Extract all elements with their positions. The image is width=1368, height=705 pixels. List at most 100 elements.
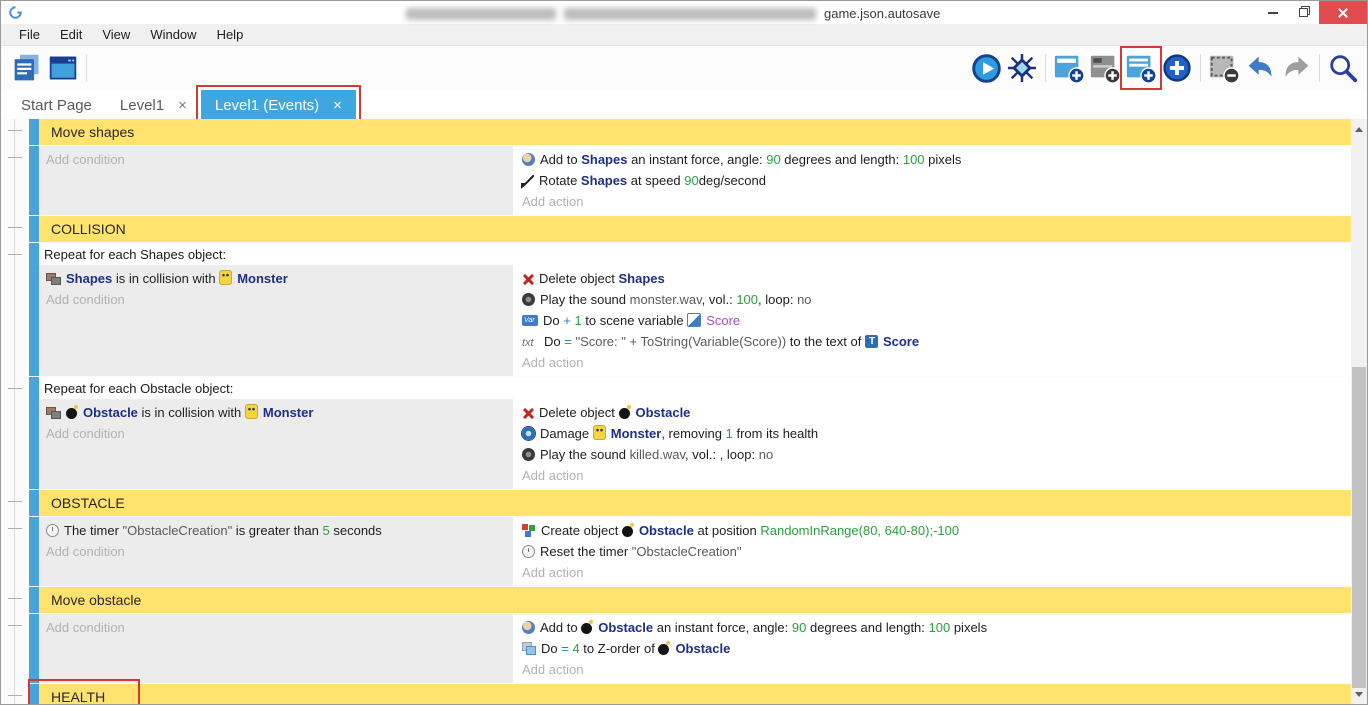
delete-icon (522, 407, 534, 419)
event-row: Repeat for each Shapes object: Shapes is … (29, 243, 1351, 376)
text-segment: Obstacle (675, 641, 730, 656)
foreach-label[interactable]: Repeat for each Obstacle object: (39, 377, 1351, 399)
group-header[interactable]: Move shapes (39, 119, 1351, 145)
event-handle-bar[interactable] (29, 146, 39, 215)
rotate-icon (522, 175, 534, 187)
search-icon[interactable] (1325, 49, 1361, 87)
add-condition-button[interactable]: Add condition (39, 617, 513, 638)
txt-icon (522, 336, 539, 348)
add-comment-icon[interactable] (1087, 49, 1123, 87)
event-handle-bar[interactable] (29, 614, 39, 683)
add-condition-button[interactable]: Add condition (39, 289, 513, 310)
tab-start-page[interactable]: Start Page (7, 90, 106, 120)
damage-icon (522, 427, 535, 440)
text-segment: , removing (661, 426, 725, 441)
text-segment: , vol.: (702, 292, 737, 307)
redo-icon[interactable] (1278, 49, 1314, 87)
events-sheet: Move shapesAdd conditionAdd to Shapes an… (1, 119, 1367, 704)
scene-editor-icon[interactable] (45, 49, 81, 87)
text-segment: "ObstacleCreation" (632, 544, 742, 559)
event-handle-bar[interactable] (29, 517, 39, 586)
add-action-button[interactable]: Add action (515, 659, 1351, 680)
play-icon[interactable] (968, 49, 1004, 87)
vertical-scrollbar[interactable] (1351, 119, 1367, 704)
action-line[interactable]: Add to Obstacle an instant force, angle:… (515, 617, 1351, 638)
action-line[interactable]: Reset the timer "ObstacleCreation" (515, 541, 1351, 562)
blurred-title-segment (564, 8, 816, 20)
close-icon[interactable] (1319, 1, 1367, 24)
text-segment: Add condition (46, 426, 125, 441)
menu-item-help[interactable]: Help (207, 24, 254, 45)
group-header[interactable]: COLLISION (39, 216, 1351, 242)
event-handle-bar[interactable] (29, 119, 39, 145)
action-line[interactable]: Add to Shapes an instant force, angle: 9… (515, 149, 1351, 170)
text-segment: from its health (733, 426, 818, 441)
action-line[interactable]: Delete object Obstacle (515, 402, 1351, 423)
text-segment: at position (694, 523, 761, 538)
minimize-icon[interactable] (1257, 1, 1288, 24)
group-header[interactable]: Move obstacle (39, 587, 1351, 613)
tab-close-icon[interactable]: × (178, 97, 187, 114)
group-label: Move obstacle (39, 587, 1351, 613)
menu-item-edit[interactable]: Edit (50, 24, 92, 45)
event-handle-bar[interactable] (29, 490, 39, 516)
toolbar-separator (1045, 54, 1046, 82)
sound-icon (522, 293, 535, 306)
add-condition-button[interactable]: Add condition (39, 149, 513, 170)
text-segment: Add condition (46, 292, 125, 307)
add-action-button[interactable]: Add action (515, 465, 1351, 486)
add-subevent-icon[interactable] (1123, 49, 1159, 87)
text-segment: Play the sound (540, 292, 630, 307)
restore-icon[interactable] (1288, 1, 1319, 24)
undo-icon[interactable] (1242, 49, 1278, 87)
group-header[interactable]: OBSTACLE (39, 490, 1351, 516)
scroll-up-icon[interactable] (1351, 121, 1367, 137)
group-header[interactable]: HEALTH (39, 684, 1351, 704)
menu-item-file[interactable]: File (9, 24, 50, 45)
action-line[interactable]: Damage Monster, removing 1 from its heal… (515, 423, 1351, 444)
menu-item-window[interactable]: Window (140, 24, 206, 45)
text-segment: Shapes (66, 271, 112, 286)
window-title-text: game.json.autosave (824, 6, 940, 21)
add-condition-button[interactable]: Add condition (39, 541, 513, 562)
text-segment: 100 (929, 620, 951, 635)
foreach-label[interactable]: Repeat for each Shapes object: (39, 243, 1351, 265)
action-line[interactable]: Do = 4 to Z-order of Obstacle (515, 638, 1351, 659)
debug-icon[interactable] (1004, 49, 1040, 87)
action-line[interactable]: Rotate Shapes at speed 90deg/second (515, 170, 1351, 191)
add-action-button[interactable]: Add action (515, 191, 1351, 212)
action-line[interactable]: Do = "Score: " + ToString(Variable(Score… (515, 331, 1351, 352)
action-line[interactable]: Delete object Shapes (515, 268, 1351, 289)
event-handle-bar[interactable] (29, 587, 39, 613)
menu-item-view[interactable]: View (92, 24, 140, 45)
event-handle-bar[interactable] (29, 216, 39, 242)
project-manager-icon[interactable] (9, 49, 45, 87)
add-action-button[interactable]: Add action (515, 352, 1351, 373)
action-line[interactable]: Play the sound killed.wav, vol.: , loop:… (515, 444, 1351, 465)
scroll-down-icon[interactable] (1351, 686, 1367, 702)
text-segment: Play the sound (540, 447, 630, 462)
text-segment: 100 (903, 152, 925, 167)
conditions-column: Add condition (39, 146, 513, 215)
tab-close-icon[interactable]: × (333, 97, 342, 114)
add-event-icon[interactable] (1051, 49, 1087, 87)
add-condition-button[interactable]: Add condition (39, 423, 513, 444)
tab-label: Start Page (21, 97, 92, 114)
condition-line[interactable]: Shapes is in collision with Monster (39, 268, 513, 289)
tab-level1-events-[interactable]: Level1 (Events)× (201, 90, 356, 120)
event-handle-bar[interactable] (29, 377, 39, 489)
action-line[interactable]: Do + 1 to scene variable Score (515, 310, 1351, 331)
add-new-event-icon[interactable] (1159, 49, 1195, 87)
delete-icon (522, 273, 534, 285)
event-handle-bar[interactable] (29, 684, 39, 704)
condition-line[interactable]: The timer "ObstacleCreation" is greater … (39, 520, 513, 541)
event-handle-bar[interactable] (29, 243, 39, 376)
text-segment: "Score: " + ToString(Variable(Score)) (575, 334, 786, 349)
action-line[interactable]: Play the sound monster.wav, vol.: 100, l… (515, 289, 1351, 310)
add-action-button[interactable]: Add action (515, 562, 1351, 583)
remove-event-icon[interactable] (1206, 49, 1242, 87)
action-line[interactable]: Create object Obstacle at position Rando… (515, 520, 1351, 541)
scrollbar-thumb[interactable] (1352, 367, 1366, 688)
condition-line[interactable]: Obstacle is in collision with Monster (39, 402, 513, 423)
tab-level1[interactable]: Level1× (106, 90, 201, 120)
